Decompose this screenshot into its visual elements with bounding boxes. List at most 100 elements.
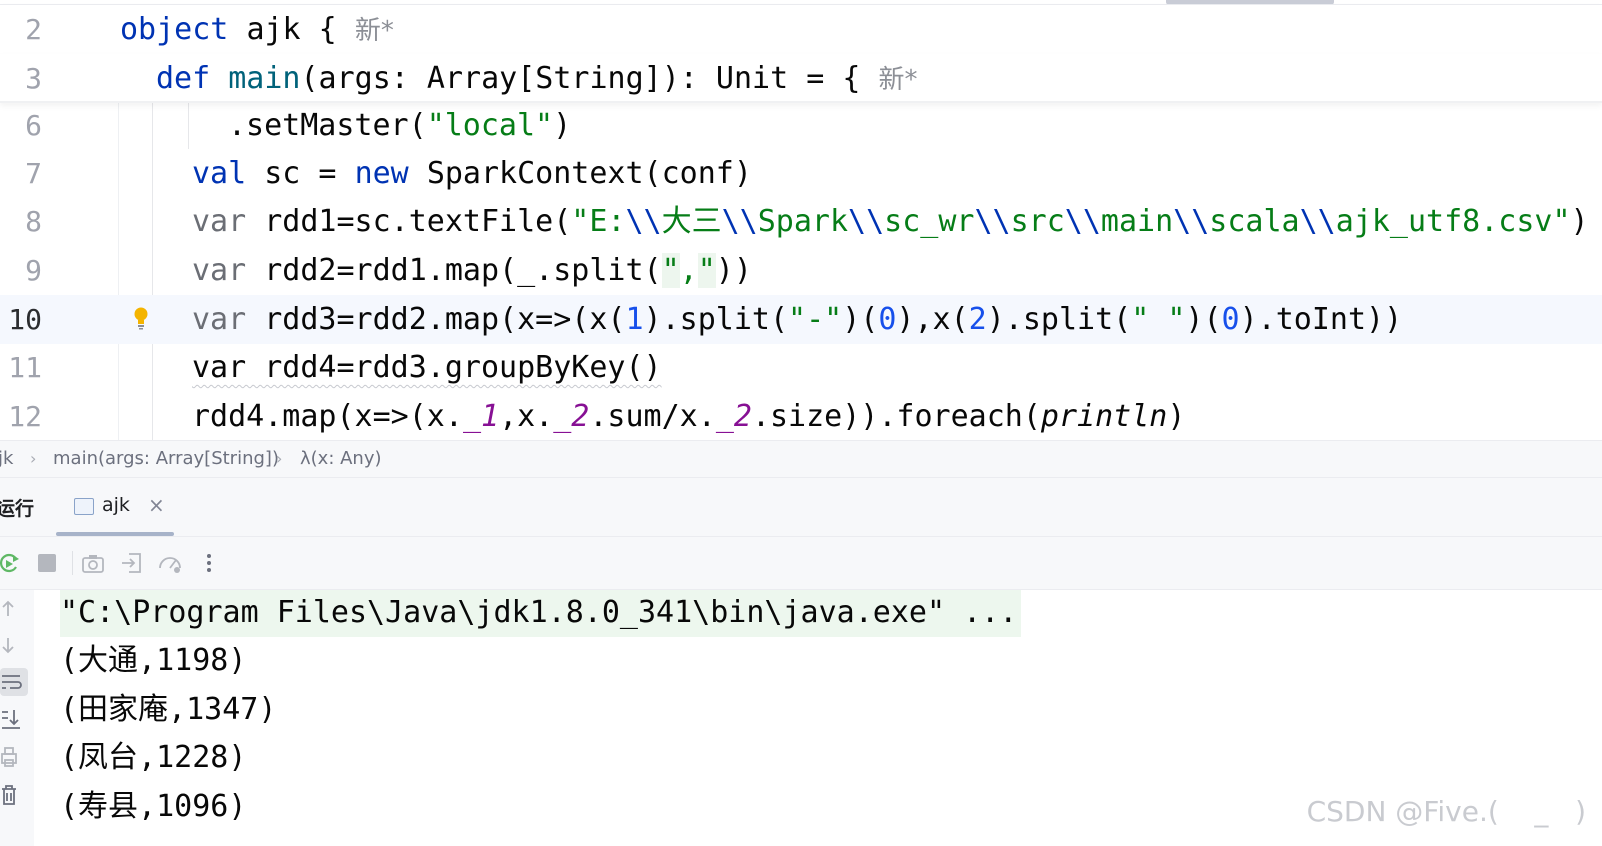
code-token: scala (1209, 204, 1300, 239)
code-line[interactable]: 6 .setMaster("local") (0, 101, 1602, 150)
profiler-icon[interactable] (157, 550, 183, 576)
line-number: 2 (25, 13, 42, 46)
rerun-icon[interactable] (0, 550, 22, 576)
trash-icon[interactable] (0, 782, 28, 810)
line-number: 12 (8, 400, 42, 433)
code-text[interactable]: var rdd4=rdd3.groupByKey() (192, 343, 662, 392)
exit-icon[interactable] (119, 550, 145, 576)
run-tool-window-header: 运行 ajk × (0, 478, 1602, 537)
code-token: \\ (721, 204, 758, 239)
code-token: Spark (757, 204, 849, 239)
code-token: 新 (878, 65, 905, 95)
lightbulb-icon[interactable] (133, 305, 149, 333)
code-token: \\ (848, 204, 885, 239)
active-tab-indicator (56, 532, 174, 536)
code-token: * (380, 16, 394, 46)
code-token: 大三 (661, 204, 722, 239)
line-number: 6 (25, 109, 42, 142)
code-token: sc = (264, 156, 355, 191)
chevron-right-icon: › (30, 449, 37, 468)
code-token: ).split( (986, 302, 1132, 337)
code-token: rdd3=rdd2.map(x=>(x( (264, 302, 626, 337)
console-output-line: (田家庵,1347) (60, 692, 277, 727)
console-command-line: "C:\Program Files\Java\jdk1.8.0_341\bin\… (60, 590, 1022, 637)
code-text[interactable]: var rdd2=rdd1.map(_.split(",")) (192, 246, 752, 295)
breadcrumb: jk › main(args: Array[String]) › λ(x: An… (0, 440, 1602, 478)
line-number: 8 (25, 205, 42, 238)
code-token: def (156, 61, 229, 96)
code-line-current[interactable]: 10 var rdd3=rdd2.map(x=>(x(1).split("-")… (0, 295, 1602, 344)
code-token: ajk { (246, 12, 355, 47)
code-token: " " (1131, 302, 1186, 337)
code-token: \\ (1064, 204, 1101, 239)
code-token: )) (715, 253, 752, 288)
code-token: \\ (1299, 204, 1336, 239)
code-text[interactable]: rdd4.map(x=>(x._1,x._2.sum/x._2.size)).f… (192, 392, 1185, 440)
code-token: var (192, 302, 265, 337)
code-line[interactable]: 12 rdd4.map(x=>(x._1,x._2.sum/x._2.size)… (0, 392, 1602, 440)
sticky-lines-divider (0, 101, 1602, 103)
code-text[interactable]: .setMaster("local") (228, 101, 571, 150)
code-token: rdd2=rdd1.map(_.split( (264, 253, 662, 288)
code-token: 0 (878, 302, 897, 337)
code-token: \\ (1173, 204, 1210, 239)
code-text[interactable]: val sc = new SparkContext(conf) (192, 149, 752, 198)
code-token: var rdd4=rdd3.groupByKey() (192, 350, 662, 385)
code-token: \\ (974, 204, 1011, 239)
tab-ajk[interactable]: ajk × (56, 478, 174, 536)
sticky-line[interactable]: 3 def main(args: Array[String]): Unit = … (0, 54, 1602, 103)
code-token: 2 (968, 302, 987, 337)
code-token: sc_wr (884, 204, 975, 239)
more-icon[interactable] (196, 550, 222, 576)
code-text[interactable]: object ajk { 新* (120, 5, 394, 56)
close-icon[interactable]: × (148, 493, 165, 517)
watermark: CSDN @Five.( _ ) (1306, 795, 1586, 828)
code-token: 0 (1221, 302, 1240, 337)
code-token: main (1100, 204, 1174, 239)
code-token: .size)).foreach( (751, 399, 1041, 434)
code-token: ,x. (499, 399, 554, 434)
code-token: ),x( (896, 302, 969, 337)
breadcrumb-item-object[interactable]: jk (0, 441, 13, 477)
console-side-toolbar (0, 590, 35, 846)
code-token: .setMaster( (228, 108, 427, 143)
line-number: 10 (8, 303, 42, 336)
code-token: "local" (426, 108, 554, 143)
breadcrumb-item-lambda[interactable]: λ(x: Any) (300, 441, 382, 477)
code-token: 新 (354, 16, 381, 46)
print-icon[interactable] (0, 744, 28, 772)
code-token: )( (842, 302, 879, 337)
code-token: )( (1185, 302, 1222, 337)
down-arrow-icon[interactable] (0, 632, 28, 660)
sticky-line[interactable]: 2 object ajk { 新* (0, 5, 1602, 54)
code-token: val (192, 156, 265, 191)
scroll-to-end-icon[interactable] (0, 706, 28, 734)
code-token: "E: (571, 204, 626, 239)
application-window-icon (74, 498, 94, 515)
console-output[interactable]: "C:\Program Files\Java\jdk1.8.0_341\bin\… (34, 590, 1602, 846)
code-line[interactable]: 8 var rdd1=sc.textFile("E:\\大三\\Spark\\s… (0, 197, 1602, 246)
code-token: * (904, 65, 918, 95)
code-token: _2 (553, 399, 590, 434)
stop-icon[interactable] (34, 550, 60, 576)
code-token: src (1010, 204, 1065, 239)
code-line[interactable]: 9 var rdd2=rdd1.map(_.split(",")) (0, 246, 1602, 295)
chevron-right-icon: › (276, 449, 283, 468)
code-token: 1 (625, 302, 644, 337)
code-token: var (192, 204, 265, 239)
up-arrow-icon[interactable] (0, 594, 28, 622)
code-token: ) (553, 108, 572, 143)
code-line[interactable]: 7 val sc = new SparkContext(conf) (0, 149, 1602, 198)
code-line[interactable]: 11 var rdd4=rdd3.groupByKey() (0, 343, 1602, 392)
soft-wrap-icon[interactable] (0, 668, 28, 696)
camera-icon[interactable] (80, 550, 106, 576)
code-text[interactable]: var rdd3=rdd2.map(x=>(x(1).split("-")(0)… (192, 295, 1402, 344)
code-editor[interactable]: 2 object ajk { 新* 3 def main(args: Array… (0, 0, 1602, 440)
console-output-line: (大通,1198) (60, 643, 247, 678)
code-text[interactable]: var rdd1=sc.textFile("E:\\大三\\Spark\\sc_… (192, 197, 1589, 246)
line-number: 7 (25, 157, 42, 190)
code-token: rdd1=sc.textFile( (264, 204, 572, 239)
code-text[interactable]: def main(args: Array[String]): Unit = { … (156, 54, 917, 105)
breadcrumb-item-method[interactable]: main(args: Array[String]) (53, 441, 279, 477)
code-token: SparkContext(conf) (426, 156, 752, 191)
